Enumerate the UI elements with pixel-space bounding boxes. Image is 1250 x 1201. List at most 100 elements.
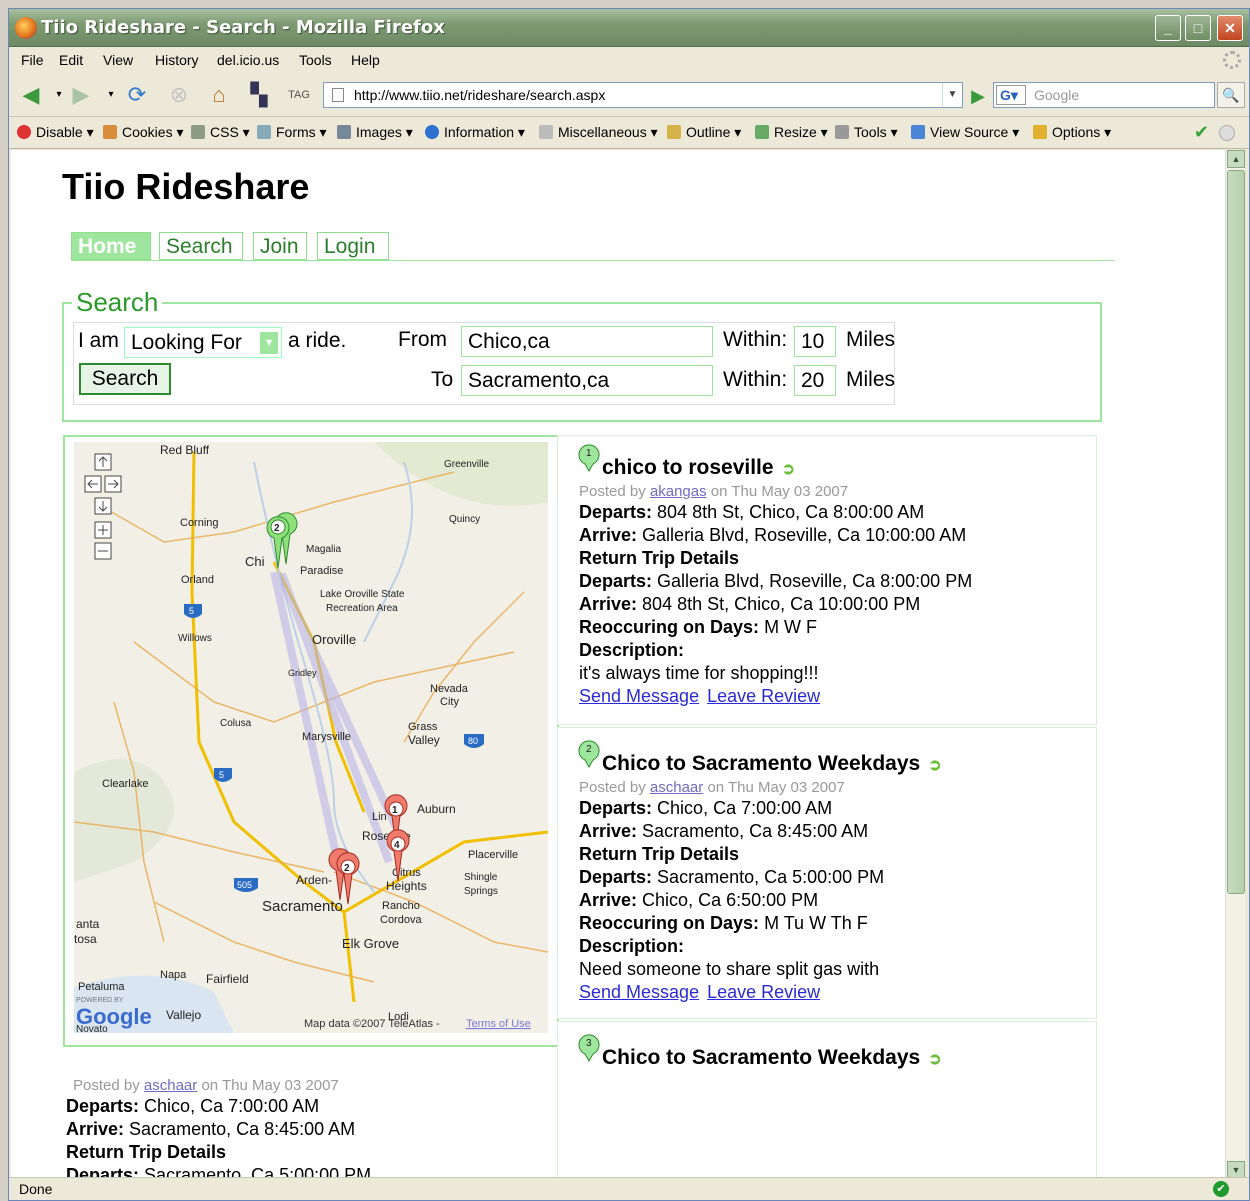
route-arrow-icon[interactable]: ➲ xyxy=(928,1051,941,1068)
route-map[interactable]: Red Bluff Greenville Corning Quincy Chi … xyxy=(74,442,548,1033)
outline-icon xyxy=(667,125,681,139)
site-title: Tiio Rideshare xyxy=(62,166,310,207)
stop-icon[interactable]: ⊗ xyxy=(165,81,193,109)
tab-join[interactable]: Join xyxy=(253,232,307,260)
departs-line: Departs: Chico, Ca 7:00:00 AM xyxy=(579,798,833,818)
devbar-disable[interactable]: Disable ▾ xyxy=(17,124,94,141)
svg-text:Oroville: Oroville xyxy=(312,632,356,647)
devbar-images[interactable]: Images ▾ xyxy=(337,124,413,141)
svg-text:Springs: Springs xyxy=(464,886,498,897)
within-from-input[interactable]: 10 xyxy=(794,326,836,357)
svg-text:Rancho: Rancho xyxy=(382,900,420,912)
svg-text:Willows: Willows xyxy=(178,633,212,644)
from-label: From xyxy=(398,328,447,351)
back-arrow-icon[interactable]: ◀ xyxy=(17,81,45,109)
menu-file[interactable]: File xyxy=(21,52,44,68)
chevron-down-icon[interactable]: ▼ xyxy=(260,332,278,354)
menu-history[interactable]: History xyxy=(155,52,199,68)
url-dropdown-icon[interactable]: ▼ xyxy=(942,83,962,107)
address-bar[interactable]: http://www.tiio.net/rideshare/search.asp… xyxy=(323,82,963,108)
return-departs-line: Departs: Sacramento, Ca 5:00:00 PM xyxy=(579,867,885,887)
menu-help[interactable]: Help xyxy=(351,52,380,68)
arrive-line: Arrive: Sacramento, Ca 8:45:00 AM xyxy=(66,1119,356,1139)
svg-text:2: 2 xyxy=(344,863,350,874)
search-legend: Search xyxy=(76,287,159,317)
validation-check-icon[interactable]: ✔ xyxy=(1194,122,1209,143)
status-ok-icon: ✔ xyxy=(1213,1181,1229,1197)
leave-review-link[interactable]: Leave Review xyxy=(707,982,820,1002)
search-engine-box[interactable]: G▾ Google xyxy=(993,82,1215,108)
minimize-button[interactable]: _ xyxy=(1155,15,1181,41)
forward-arrow-icon[interactable]: ▶ xyxy=(67,81,95,109)
forward-dropdown-icon[interactable]: ▾ xyxy=(97,81,125,109)
svg-text:Valley: Valley xyxy=(408,733,440,747)
result-title[interactable]: chico to roseville ➲ xyxy=(602,456,1096,480)
within-to-label: Within: xyxy=(723,368,788,391)
overflow-result-details: Posted by aschaar on Thu May 03 2007 Dep… xyxy=(66,1074,546,1179)
return-arrive-line: Arrive: Chico, Ca 6:50:00 PM xyxy=(579,890,819,910)
go-arrow-icon[interactable]: ▶ xyxy=(967,85,989,107)
svg-text:Orland: Orland xyxy=(181,574,214,586)
reload-icon[interactable]: ⟳ xyxy=(123,81,151,109)
send-message-link[interactable]: Send Message xyxy=(579,982,699,1002)
arrive-line: Arrive: Sacramento, Ca 8:45:00 AM xyxy=(579,821,869,841)
tab-home[interactable]: Home xyxy=(71,232,151,260)
svg-text:Petaluma: Petaluma xyxy=(78,981,125,993)
svg-text:Colusa: Colusa xyxy=(220,718,252,729)
svg-text:Napa: Napa xyxy=(160,969,187,981)
svg-text:Cordova: Cordova xyxy=(380,914,422,926)
tab-login[interactable]: Login xyxy=(317,232,389,260)
route-arrow-icon[interactable]: ➲ xyxy=(782,461,795,478)
menu-tools[interactable]: Tools xyxy=(299,52,332,68)
vertical-scrollbar[interactable]: ▲ ▼ xyxy=(1225,150,1245,1179)
result-title[interactable]: Chico to Sacramento Weekdays ➲ xyxy=(602,1046,1096,1070)
menu-bar: File Edit View History del.icio.us Tools… xyxy=(9,47,1249,73)
devbar-cookies[interactable]: Cookies ▾ xyxy=(103,124,184,141)
devbar-tools[interactable]: Tools ▾ xyxy=(835,124,898,141)
svg-text:Corning: Corning xyxy=(180,517,219,529)
route-arrow-icon[interactable]: ➲ xyxy=(928,757,941,774)
search-go-icon[interactable]: 🔍 xyxy=(1217,82,1245,108)
devbar-outline[interactable]: Outline ▾ xyxy=(667,124,741,141)
powered-by-label: POWERED BY xyxy=(76,997,124,1004)
scroll-up-icon[interactable]: ▲ xyxy=(1227,150,1245,168)
devbar-options[interactable]: Options ▾ xyxy=(1033,124,1111,141)
devbar-view-source[interactable]: View Source ▾ xyxy=(911,124,1019,141)
devbar-css[interactable]: CSS ▾ xyxy=(191,124,250,141)
disable-icon xyxy=(17,125,31,139)
user-link[interactable]: akangas xyxy=(650,483,707,500)
user-link[interactable]: aschaar xyxy=(650,779,703,796)
scroll-thumb[interactable] xyxy=(1227,170,1245,894)
leave-review-link[interactable]: Leave Review xyxy=(707,686,820,706)
devbar-resize[interactable]: Resize ▾ xyxy=(755,124,828,141)
maximize-button[interactable]: □ xyxy=(1185,15,1211,41)
search-button[interactable]: Search xyxy=(79,363,171,395)
role-select[interactable]: Looking For ▼ xyxy=(124,327,282,358)
map-canvas[interactable]: Red Bluff Greenville Corning Quincy Chi … xyxy=(74,442,548,1033)
tab-search[interactable]: Search xyxy=(159,232,243,260)
svg-text:1: 1 xyxy=(586,448,592,459)
home-icon[interactable]: ⌂ xyxy=(205,81,233,109)
from-input[interactable]: Chico,ca xyxy=(461,326,713,357)
menu-view[interactable]: View xyxy=(103,52,133,68)
tag-icon[interactable]: TAG xyxy=(285,81,313,109)
role-select-value: Looking For xyxy=(131,331,242,354)
to-input[interactable]: Sacramento,ca xyxy=(461,365,713,396)
devbar-forms[interactable]: Forms ▾ xyxy=(257,124,327,141)
status-bar: Done ✔ xyxy=(9,1177,1249,1200)
menu-delicious[interactable]: del.icio.us xyxy=(217,52,279,68)
close-button[interactable]: ✕ xyxy=(1217,15,1243,41)
devbar-miscellaneous[interactable]: Miscellaneous ▾ xyxy=(539,124,658,141)
search-placeholder: Google xyxy=(1034,87,1080,103)
to-label: To xyxy=(431,368,454,391)
bookmark-icon[interactable]: ▚ xyxy=(245,81,273,109)
send-message-link[interactable]: Send Message xyxy=(579,686,699,706)
menu-edit[interactable]: Edit xyxy=(59,52,83,68)
svg-text:City: City xyxy=(440,696,459,708)
user-link[interactable]: aschaar xyxy=(144,1077,197,1094)
within-to-input[interactable]: 20 xyxy=(794,365,836,396)
devbar-information[interactable]: Information ▾ xyxy=(425,124,525,141)
google-engine-icon[interactable]: G▾ xyxy=(996,85,1026,105)
result-title[interactable]: Chico to Sacramento Weekdays ➲ xyxy=(602,752,1096,776)
terms-of-use-link[interactable]: Terms of Use xyxy=(466,1018,531,1030)
